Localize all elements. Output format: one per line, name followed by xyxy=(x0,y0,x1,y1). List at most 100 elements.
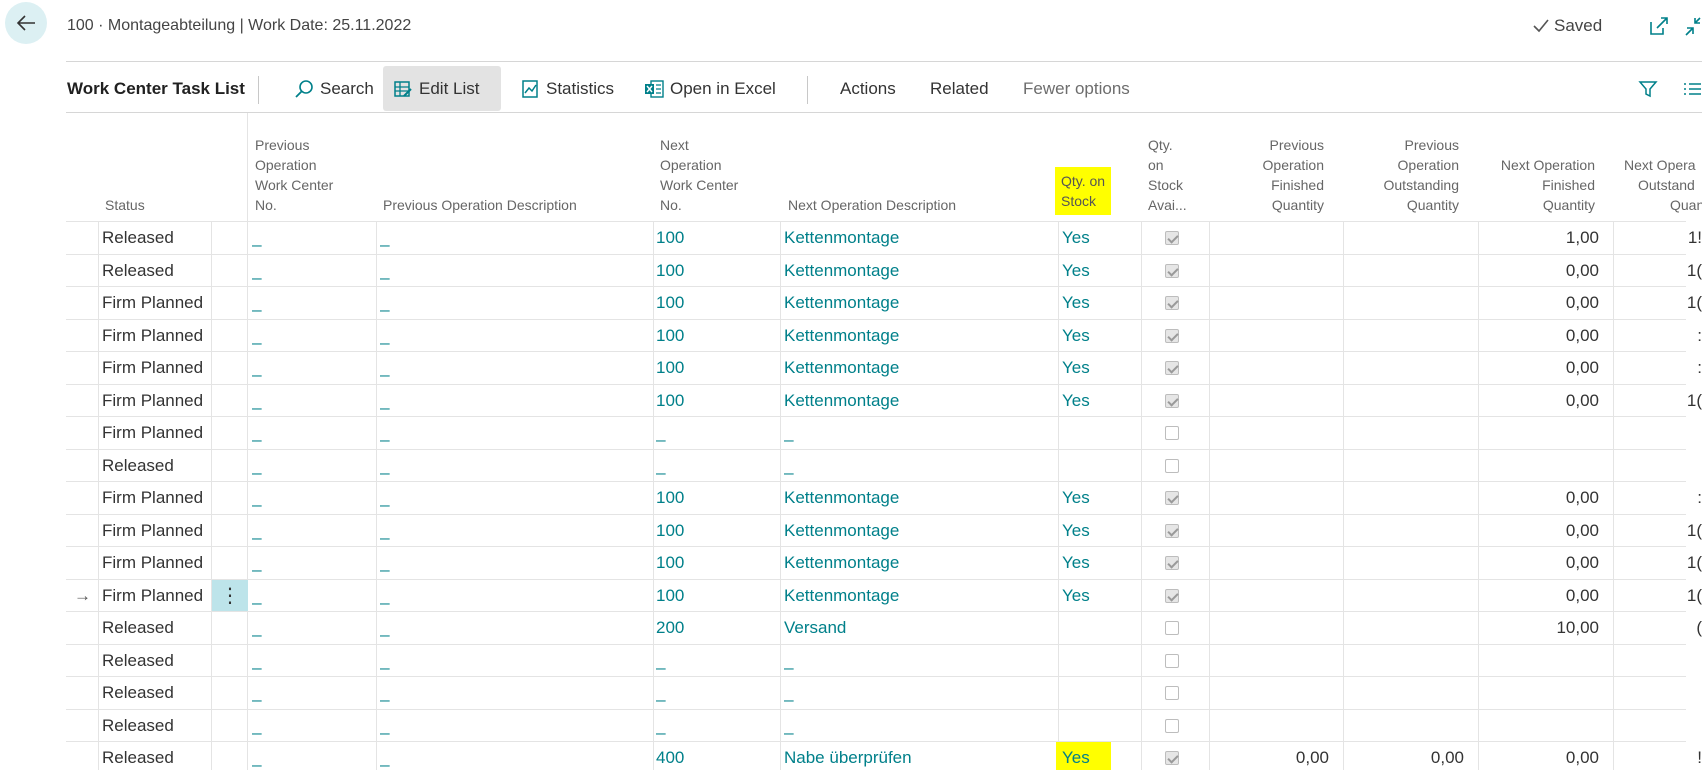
actions-menu-button[interactable]: Actions xyxy=(830,66,906,111)
next-work-center-cell[interactable]: _ xyxy=(656,450,766,482)
next-description-cell[interactable]: Kettenmontage xyxy=(784,385,1034,417)
next-description-cell[interactable]: _ xyxy=(784,450,1034,482)
next-description-cell[interactable]: Nabe überprüfen xyxy=(784,742,1034,770)
edit-list-button[interactable]: Edit List xyxy=(383,66,501,111)
qty-on-stock-cell[interactable]: Yes xyxy=(1056,742,1111,770)
previous-description-cell[interactable]: _ xyxy=(380,320,630,352)
qty-on-stock-cell[interactable]: Yes xyxy=(1062,320,1132,352)
next-description-cell[interactable]: Kettenmontage xyxy=(784,482,1034,514)
next-description-cell[interactable]: Kettenmontage xyxy=(784,580,1034,612)
previous-description-cell[interactable]: _ xyxy=(380,255,630,287)
list-view-button[interactable] xyxy=(1678,66,1702,111)
qty-on-stock-cell[interactable]: Yes xyxy=(1062,482,1132,514)
previous-work-center-cell[interactable]: _ xyxy=(252,580,362,612)
previous-description-cell[interactable]: _ xyxy=(380,677,630,709)
qty-on-stock-cell[interactable]: Yes xyxy=(1062,385,1132,417)
table-row[interactable]: Firm Planned _ _ 100 Kettenmontage Yes 0,00: xyxy=(66,318,1702,352)
open-in-excel-button[interactable]: Open in Excel xyxy=(634,66,786,111)
next-work-center-cell[interactable]: _ xyxy=(656,645,766,677)
previous-description-cell[interactable]: _ xyxy=(380,580,630,612)
column-header-previous-work-center[interactable]: Previous Operation Work Center No. xyxy=(255,113,375,221)
open-in-new-window-button[interactable] xyxy=(1648,15,1670,37)
next-work-center-cell[interactable]: 100 xyxy=(656,287,766,319)
previous-work-center-cell[interactable]: _ xyxy=(252,222,362,254)
next-description-cell[interactable]: Kettenmontage xyxy=(784,547,1034,579)
previous-work-center-cell[interactable]: _ xyxy=(252,710,362,742)
previous-description-cell[interactable]: _ xyxy=(380,482,630,514)
next-work-center-cell[interactable]: 100 xyxy=(656,385,766,417)
next-description-cell[interactable]: Kettenmontage xyxy=(784,222,1034,254)
previous-work-center-cell[interactable]: _ xyxy=(252,385,362,417)
column-header-next-work-center[interactable]: Next Operation Work Center No. xyxy=(660,113,780,221)
next-description-cell[interactable]: Kettenmontage xyxy=(784,515,1034,547)
qty-on-stock-cell[interactable] xyxy=(1062,417,1132,449)
table-row[interactable]: Firm Planned _ _ 100 Kettenmontage Yes 0,00: xyxy=(66,351,1702,384)
next-description-cell[interactable]: Versand xyxy=(784,612,1034,644)
next-description-cell[interactable]: _ xyxy=(784,710,1034,742)
qty-on-stock-cell[interactable] xyxy=(1062,645,1132,677)
previous-description-cell[interactable]: _ xyxy=(380,385,630,417)
qty-on-stock-cell[interactable]: Yes xyxy=(1062,580,1132,612)
previous-work-center-cell[interactable]: _ xyxy=(252,352,362,384)
next-description-cell[interactable]: Kettenmontage xyxy=(784,287,1034,319)
previous-work-center-cell[interactable]: _ xyxy=(252,450,362,482)
previous-description-cell[interactable]: _ xyxy=(380,287,630,319)
previous-description-cell[interactable]: _ xyxy=(380,515,630,547)
column-header-previous-description[interactable]: Previous Operation Description xyxy=(383,113,653,221)
table-row[interactable]: Firm Planned _ _ 100 Kettenmontage Yes 0,00 1( xyxy=(66,546,1702,579)
search-button[interactable]: Search xyxy=(284,66,384,111)
next-work-center-cell[interactable]: 100 xyxy=(656,320,766,352)
qty-on-stock-cell[interactable]: Yes xyxy=(1062,547,1132,579)
qty-on-stock-cell[interactable] xyxy=(1062,710,1132,742)
next-description-cell[interactable]: Kettenmontage xyxy=(784,352,1034,384)
back-button[interactable] xyxy=(5,2,47,44)
previous-work-center-cell[interactable]: _ xyxy=(252,255,362,287)
previous-work-center-cell[interactable]: _ xyxy=(252,482,362,514)
table-row[interactable]: → ⋮ Firm Planned _ _ 100 Kettenmontage Yes 0,00 1… xyxy=(66,578,1702,612)
next-description-cell[interactable]: Kettenmontage xyxy=(784,320,1034,352)
previous-description-cell[interactable]: _ xyxy=(380,710,630,742)
qty-on-stock-cell[interactable] xyxy=(1062,612,1132,644)
table-row[interactable]: Released _ _ 100 Kettenmontage Yes 0,00 1( xyxy=(66,253,1702,287)
table-row[interactable]: Firm Planned _ _ 100 Kettenmontage Yes 0,00: xyxy=(66,481,1702,514)
table-row[interactable]: Firm Planned _ _ 100 Kettenmontage Yes 0,00 1( xyxy=(66,383,1702,417)
table-row[interactable]: Firm Planned _ _ 100 Kettenmontage Yes 0,00 1( xyxy=(66,513,1702,547)
previous-work-center-cell[interactable]: _ xyxy=(252,612,362,644)
qty-on-stock-cell[interactable]: Yes xyxy=(1062,515,1132,547)
previous-description-cell[interactable]: _ xyxy=(380,417,630,449)
collapse-button[interactable] xyxy=(1684,15,1702,37)
qty-on-stock-cell[interactable] xyxy=(1062,450,1132,482)
next-description-cell[interactable]: Kettenmontage xyxy=(784,255,1034,287)
table-row[interactable]: Released _ _ 100 Kettenmontage Yes 1,00 1! xyxy=(66,221,1702,254)
next-description-cell[interactable]: _ xyxy=(784,677,1034,709)
next-work-center-cell[interactable]: 100 xyxy=(656,515,766,547)
previous-description-cell[interactable]: _ xyxy=(380,547,630,579)
previous-work-center-cell[interactable]: _ xyxy=(252,742,362,770)
table-row[interactable]: Firm Planned _ _ 100 Kettenmontage Yes 0,00 1( xyxy=(66,286,1702,319)
table-row[interactable]: Released _ _ _ _ xyxy=(66,643,1686,677)
next-work-center-cell[interactable]: _ xyxy=(656,677,766,709)
related-menu-button[interactable]: Related xyxy=(920,66,999,111)
qty-on-stock-cell[interactable]: Yes xyxy=(1062,287,1132,319)
next-description-cell[interactable]: _ xyxy=(784,645,1034,677)
previous-work-center-cell[interactable]: _ xyxy=(252,515,362,547)
statistics-button[interactable]: Statistics xyxy=(510,66,624,111)
table-row[interactable]: Released _ _ _ _ xyxy=(66,448,1686,482)
column-header-next-finished-qty[interactable]: Next Operation Finished Quantity xyxy=(1478,113,1595,221)
previous-work-center-cell[interactable]: _ xyxy=(252,677,362,709)
table-row[interactable]: Released _ _ 200 Versand 10,00 ( xyxy=(66,611,1702,644)
next-work-center-cell[interactable]: 400 xyxy=(656,742,766,770)
table-row[interactable]: Released _ _ _ _ xyxy=(66,708,1686,742)
previous-work-center-cell[interactable]: _ xyxy=(252,417,362,449)
table-row[interactable]: Released _ _ 400 Nabe überprüfen Yes 0,00 0,00 0… xyxy=(66,741,1702,770)
previous-description-cell[interactable]: _ xyxy=(380,450,630,482)
previous-description-cell[interactable]: _ xyxy=(380,645,630,677)
column-header-status[interactable]: Status xyxy=(105,113,235,221)
fewer-options-button[interactable]: Fewer options xyxy=(1013,66,1140,111)
table-row[interactable]: Released _ _ _ _ xyxy=(66,676,1686,708)
column-header-qty-on-stock[interactable]: Qty. on Stock xyxy=(1055,113,1133,221)
next-work-center-cell[interactable]: _ xyxy=(656,710,766,742)
row-actions-button[interactable]: ⋮ xyxy=(212,579,248,612)
filter-button[interactable] xyxy=(1634,66,1662,111)
next-work-center-cell[interactable]: 100 xyxy=(656,222,766,254)
